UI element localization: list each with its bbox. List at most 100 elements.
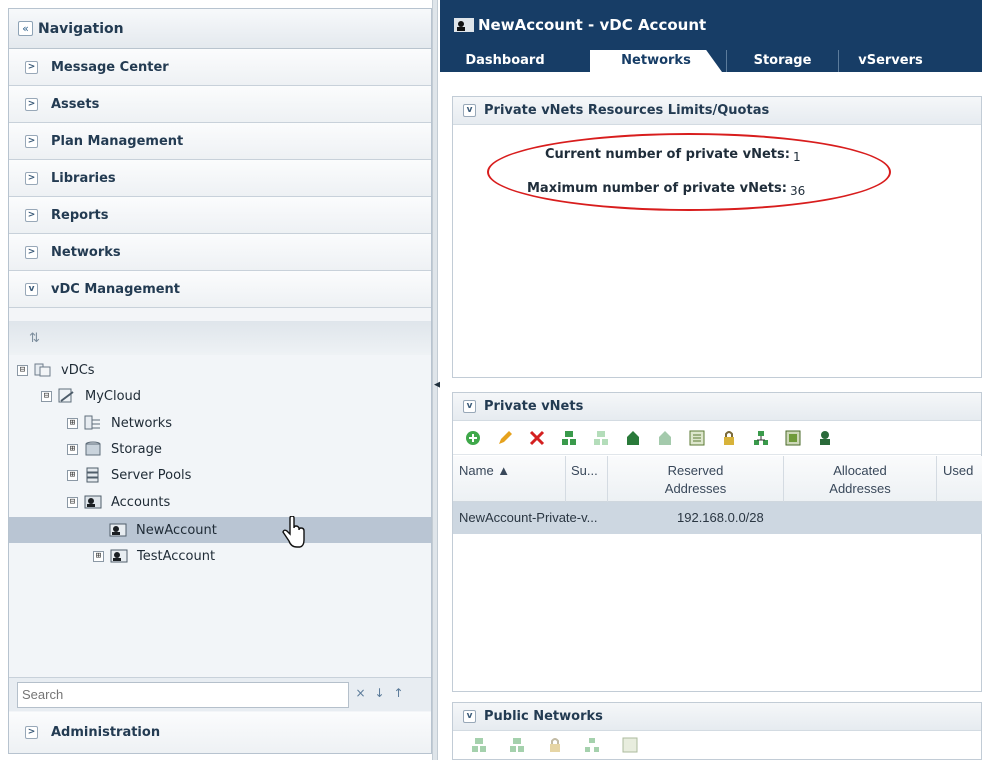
lock-icon[interactable]	[547, 737, 563, 753]
column-header-name[interactable]: Name ▲	[453, 456, 566, 502]
search-previous-icon[interactable]: ↑	[391, 686, 406, 704]
tab-dashboard[interactable]: Dashboard	[440, 50, 570, 72]
tab-storage[interactable]: Storage	[726, 50, 838, 72]
tree-node-mycloud[interactable]: ⊟ MyCloud	[41, 383, 141, 409]
public-networks-panel: v Public Networks	[452, 702, 982, 760]
expand-icon: >	[25, 726, 38, 739]
cell-reserved: 192.168.0.0/28	[677, 510, 764, 525]
quotas-panel: v Private vNets Resources Limits/Quotas …	[452, 96, 982, 378]
quotas-panel-header[interactable]: v Private vNets Resources Limits/Quotas	[453, 97, 981, 125]
red-highlight-ellipse	[487, 133, 891, 211]
navigation-pane: « Navigation > Message Center > Assets >…	[8, 8, 432, 754]
tree-label: Storage	[111, 441, 162, 457]
accordion-administration[interactable]: > Administration	[9, 712, 431, 753]
tree-node-server-pools[interactable]: ⊞ Server Pools	[67, 462, 191, 488]
network-disconnect-icon[interactable]	[657, 430, 673, 446]
lock-icon[interactable]	[721, 430, 737, 446]
hand-cursor-icon	[282, 516, 305, 548]
tree-label: Accounts	[111, 494, 171, 510]
account-header-icon	[454, 18, 474, 32]
accordion-label: Assets	[51, 96, 100, 112]
accordion-networks[interactable]: > Networks	[9, 234, 431, 271]
collapse-icon: v	[25, 282, 38, 296]
public-networks-toolbar	[453, 731, 981, 756]
collapse-navigation-icon[interactable]: «	[18, 21, 33, 36]
collapse-icon: v	[463, 710, 476, 723]
accordion-reports[interactable]: > Reports	[9, 197, 431, 234]
accordion-message-center[interactable]: > Message Center	[9, 49, 431, 86]
network-add-icon[interactable]	[471, 737, 487, 753]
expand-icon: >	[25, 171, 38, 185]
tree-expand-icon[interactable]: ⊞	[93, 550, 104, 562]
table-header-row: Name ▲ Su... Reserved Addresses Allocate…	[453, 456, 982, 502]
tree-node-testaccount[interactable]: ⊞ TestAccount	[93, 543, 215, 569]
column-header-used[interactable]: Used	[937, 456, 982, 502]
tree-node-networks[interactable]: ⊞ Networks	[67, 410, 172, 436]
tab-vservers[interactable]: vServers	[838, 50, 942, 72]
network-remove-icon[interactable]	[593, 430, 609, 446]
accordion-label: vDC Management	[51, 281, 181, 297]
network-add-icon[interactable]	[561, 430, 577, 446]
vdcs-icon	[34, 363, 51, 377]
search-input[interactable]	[17, 681, 349, 708]
current-vnets-value: 1	[792, 150, 801, 164]
tab-bar: Dashboard Networks Storage vServers	[440, 50, 982, 72]
tree-collapse-icon[interactable]: ⊟	[41, 390, 52, 402]
clear-search-icon[interactable]: ×	[353, 686, 368, 704]
panel-title: Private vNets	[484, 399, 584, 414]
add-icon[interactable]	[465, 430, 481, 446]
accordion-assets[interactable]: > Assets	[9, 86, 431, 123]
accounts-icon	[84, 495, 102, 509]
page-title: NewAccount - vDC Account	[478, 16, 707, 34]
collapse-icon: v	[463, 400, 476, 413]
private-vnets-header[interactable]: v Private vNets	[453, 393, 981, 421]
tree-label: Networks	[111, 415, 173, 431]
tree-selection-highlight	[9, 517, 431, 543]
public-networks-header[interactable]: v Public Networks	[453, 703, 981, 731]
column-header-subnet[interactable]: Su...	[566, 456, 608, 502]
tree-node-accounts[interactable]: ⊟ Accounts	[67, 489, 170, 515]
expand-icon: >	[25, 60, 38, 74]
panel-title: Private vNets Resources Limits/Quotas	[484, 103, 770, 118]
delete-icon[interactable]	[529, 430, 545, 446]
accordion-label: Libraries	[51, 170, 116, 186]
cloud-icon	[58, 388, 74, 403]
tree-collapse-icon[interactable]: ⊟	[67, 496, 78, 508]
network-user-icon[interactable]	[817, 430, 833, 446]
edit-pencil-icon[interactable]	[497, 430, 513, 446]
tree-label: NewAccount	[136, 522, 217, 538]
content-header: NewAccount - vDC Account	[440, 0, 982, 50]
current-vnets-label: Current number of private vNets:	[545, 147, 790, 162]
collapse-icon: v	[463, 104, 476, 117]
network-share-icon[interactable]	[753, 430, 769, 446]
private-vnets-panel: v Private vNets Name ▲ Su... Reserved Ad…	[452, 392, 982, 692]
table-row[interactable]: NewAccount-Private-v... 192.168.0.0/28	[453, 502, 982, 534]
accordion-plan-management[interactable]: > Plan Management	[9, 123, 431, 160]
tree-node-newaccount[interactable]: NewAccount	[109, 517, 217, 543]
column-header-allocated[interactable]: Allocated Addresses	[784, 456, 937, 502]
tree-expand-icon[interactable]: ⊞	[67, 417, 78, 429]
network-remove-icon[interactable]	[509, 737, 525, 753]
tab-networks[interactable]: Networks	[590, 50, 722, 72]
network-share-icon[interactable]	[584, 737, 600, 753]
pane-splitter[interactable]: ◀	[432, 0, 441, 760]
tree-collapse-icon[interactable]: ⊟	[17, 364, 28, 376]
network-connect-icon[interactable]	[625, 430, 641, 446]
expand-icon: >	[25, 208, 38, 222]
column-header-reserved[interactable]: Reserved Addresses	[608, 456, 784, 502]
tree-label: TestAccount	[137, 548, 216, 564]
network-details-icon[interactable]	[622, 737, 638, 753]
tree-node-vdcs[interactable]: ⊟ vDCs	[17, 357, 95, 383]
network-details-icon[interactable]	[785, 430, 801, 446]
storage-icon	[85, 441, 101, 456]
navigation-header: « Navigation	[9, 9, 431, 49]
network-properties-icon[interactable]	[689, 430, 705, 446]
tree-expand-icon[interactable]: ⊞	[67, 443, 78, 455]
refresh-icon[interactable]: ⇅	[29, 331, 40, 346]
search-next-icon[interactable]: ↓	[372, 686, 387, 704]
tree-node-storage[interactable]: ⊞ Storage	[67, 436, 162, 462]
expand-icon: >	[25, 97, 38, 111]
accordion-libraries[interactable]: > Libraries	[9, 160, 431, 197]
tree-expand-icon[interactable]: ⊞	[67, 469, 78, 481]
accordion-vdc-management[interactable]: v vDC Management	[9, 271, 431, 308]
